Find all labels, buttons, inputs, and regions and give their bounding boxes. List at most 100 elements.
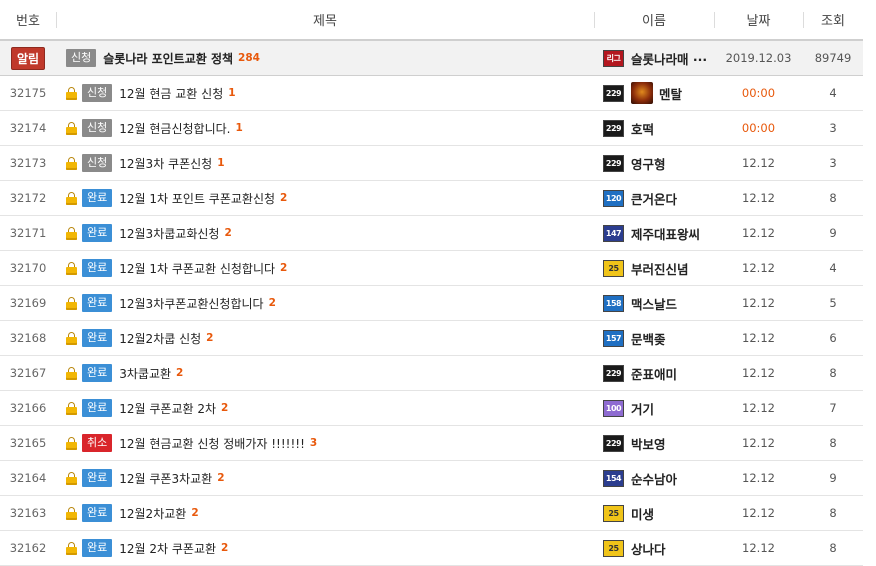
status-tag: 완료 (82, 469, 113, 487)
lock-icon (66, 436, 77, 450)
notice-subject-link[interactable]: 슬롯나라 포인트교환 정책 (103, 50, 233, 67)
lock-icon (66, 506, 77, 520)
view-count: 8 (829, 506, 837, 520)
post-date: 12.12 (742, 331, 775, 345)
post-subject-link[interactable]: 12월 1차 쿠폰교환 신청합니다 (119, 260, 275, 277)
table-row[interactable]: 32175 신청 12월 현금 교환 신청 1 229 멘탈 00:00 4 (0, 76, 863, 111)
status-tag: 완료 (82, 224, 113, 242)
view-count: 8 (829, 436, 837, 450)
author-cell[interactable]: 229 박보영 (603, 426, 713, 460)
table-row[interactable]: 32167 완료 3차쿱교환 2 229 준표애미 12.12 8 (0, 356, 863, 391)
author-cell[interactable]: 158 맥스날드 (603, 286, 713, 320)
view-count: 8 (829, 366, 837, 380)
post-date: 12.12 (742, 366, 775, 380)
post-subject-link[interactable]: 12월 현금 교환 신청 (119, 85, 223, 102)
author-name[interactable]: 맥스날드 (631, 294, 677, 313)
table-row[interactable]: 32172 완료 12월 1차 포인트 쿠폰교환신청 2 120 큰거온다 12.12 8 (0, 181, 863, 216)
post-subject-link[interactable]: 12월2차쿱 신청 (119, 330, 201, 347)
author-cell[interactable]: 229 멘탈 (603, 76, 713, 110)
table-row[interactable]: 32166 완료 12월 쿠폰교환 2차 2 100 거기 12.12 7 (0, 391, 863, 426)
author-name[interactable]: 부러진신념 (631, 259, 689, 278)
table-row[interactable]: 32164 완료 12월 쿠폰3차교환 2 154 순수남아 12.12 9 (0, 461, 863, 496)
status-tag: 완료 (82, 399, 113, 417)
author-name[interactable]: 호떡 (631, 119, 654, 138)
author-cell[interactable]: 25 미생 (603, 496, 713, 530)
author-cell[interactable]: 리그 슬롯나라매 ··· (603, 41, 713, 75)
table-row[interactable]: 32168 완료 12월2차쿱 신청 2 157 문백좆 12.12 6 (0, 321, 863, 356)
post-date: 12.12 (742, 226, 775, 240)
title-cell: 완료 12월2차쿱 신청 2 (66, 321, 583, 355)
level-badge-icon: 229 (603, 154, 624, 172)
author-cell[interactable]: 229 호떡 (603, 111, 713, 145)
post-subject-link[interactable]: 12월 쿠폰교환 2차 (119, 400, 216, 417)
level-badge-icon: 157 (603, 329, 624, 347)
table-row[interactable]: 32163 완료 12월2차교환 2 25 미생 12.12 8 (0, 496, 863, 531)
comment-count: 284 (238, 52, 260, 64)
post-date: 12.12 (742, 401, 775, 415)
table-row[interactable]: 32171 완료 12월3차쿱교화신청 2 147 제주대표왕씨 12.12 9 (0, 216, 863, 251)
board-list: 번호 제목 이름 날짜 조회 알림 신청 슬롯나라 포인트교환 정책 284 리… (0, 0, 863, 566)
level-badge-icon: 229 (603, 84, 624, 102)
table-row[interactable]: 32169 완료 12월3차쿠폰교환신청합니다 2 158 맥스날드 12.12 5 (0, 286, 863, 321)
comment-count: 2 (268, 297, 276, 309)
table-row[interactable]: 32174 신청 12월 현금신청합니다. 1 229 호떡 00:00 3 (0, 111, 863, 146)
author-name[interactable]: 제주대표왕씨 (631, 224, 700, 243)
table-row[interactable]: 32173 신청 12월3차 쿠폰신청 1 229 영구형 12.12 3 (0, 146, 863, 181)
post-subject-link[interactable]: 12월2차교환 (119, 505, 186, 522)
notice-badge-cell: 알림 (0, 41, 56, 75)
comment-count: 2 (221, 542, 229, 554)
author-cell[interactable]: 229 영구형 (603, 146, 713, 180)
post-subject-link[interactable]: 12월3차쿠폰교환신청합니다 (119, 295, 263, 312)
post-subject-link[interactable]: 12월 현금교환 신청 정배가자 !!!!!!! (119, 435, 305, 452)
status-tag: 완료 (82, 329, 113, 347)
level-badge-icon: 229 (603, 434, 624, 452)
table-row[interactable]: 32170 완료 12월 1차 쿠폰교환 신청합니다 2 25 부러진신념 12.12 4 (0, 251, 863, 286)
post-subject-link[interactable]: 12월3차쿱교화신청 (119, 225, 219, 242)
author-name[interactable]: 멘탈 (659, 84, 682, 103)
author-name[interactable]: 문백좆 (631, 329, 666, 348)
post-subject-link[interactable]: 3차쿱교환 (119, 365, 171, 382)
author-name[interactable]: 큰거온다 (631, 189, 677, 208)
status-tag: 완료 (82, 539, 113, 557)
table-row[interactable]: 32162 완료 12월 2차 쿠폰교환 2 25 상나다 12.12 8 (0, 531, 863, 566)
author-cell[interactable]: 154 순수남아 (603, 461, 713, 495)
author-name[interactable]: 거기 (631, 399, 654, 418)
post-number: 32171 (9, 226, 47, 240)
lock-icon (66, 156, 77, 170)
post-subject-link[interactable]: 12월 1차 포인트 쿠폰교환신청 (119, 190, 275, 207)
view-count: 6 (829, 331, 837, 345)
author-cell[interactable]: 100 거기 (603, 391, 713, 425)
post-subject-link[interactable]: 12월 쿠폰3차교환 (119, 470, 212, 487)
post-subject-link[interactable]: 12월 2차 쿠폰교환 (119, 540, 216, 557)
level-badge-icon: 25 (603, 539, 624, 557)
author-cell[interactable]: 229 준표애미 (603, 356, 713, 390)
author-cell[interactable]: 120 큰거온다 (603, 181, 713, 215)
comment-count: 2 (206, 332, 214, 344)
post-subject-link[interactable]: 12월 현금신청합니다. (119, 120, 230, 137)
lock-icon (66, 86, 77, 100)
status-tag: 완료 (82, 504, 113, 522)
author-name[interactable]: 미생 (631, 504, 654, 523)
notice-row[interactable]: 알림 신청 슬롯나라 포인트교환 정책 284 리그 슬롯나라매 ··· 201… (0, 40, 863, 76)
author-cell[interactable]: 147 제주대표왕씨 (603, 216, 713, 250)
author-name[interactable]: 슬롯나라매 ··· (631, 49, 707, 68)
post-date: 12.12 (742, 436, 775, 450)
view-count: 8 (829, 541, 837, 555)
board-header: 번호 제목 이름 날짜 조회 (0, 0, 863, 40)
author-cell[interactable]: 157 문백좆 (603, 321, 713, 355)
title-cell: 완료 3차쿱교환 2 (66, 356, 583, 390)
author-name[interactable]: 박보영 (631, 434, 666, 453)
author-name[interactable]: 순수남아 (631, 469, 677, 488)
author-name[interactable]: 준표애미 (631, 364, 677, 383)
table-row[interactable]: 32165 취소 12월 현금교환 신청 정배가자 !!!!!!! 3 229 박보영 12… (0, 426, 863, 461)
title-cell: 취소 12월 현금교환 신청 정배가자 !!!!!!! 3 (66, 426, 583, 460)
author-name[interactable]: 영구형 (631, 154, 666, 173)
post-subject-link[interactable]: 12월3차 쿠폰신청 (119, 155, 212, 172)
lock-icon (66, 296, 77, 310)
title-cell: 신청 12월3차 쿠폰신청 1 (66, 146, 583, 180)
author-cell[interactable]: 25 상나다 (603, 531, 713, 565)
author-name[interactable]: 상나다 (631, 539, 666, 558)
title-cell: 신청 12월 현금신청합니다. 1 (66, 111, 583, 145)
lock-icon (66, 191, 77, 205)
author-cell[interactable]: 25 부러진신념 (603, 251, 713, 285)
